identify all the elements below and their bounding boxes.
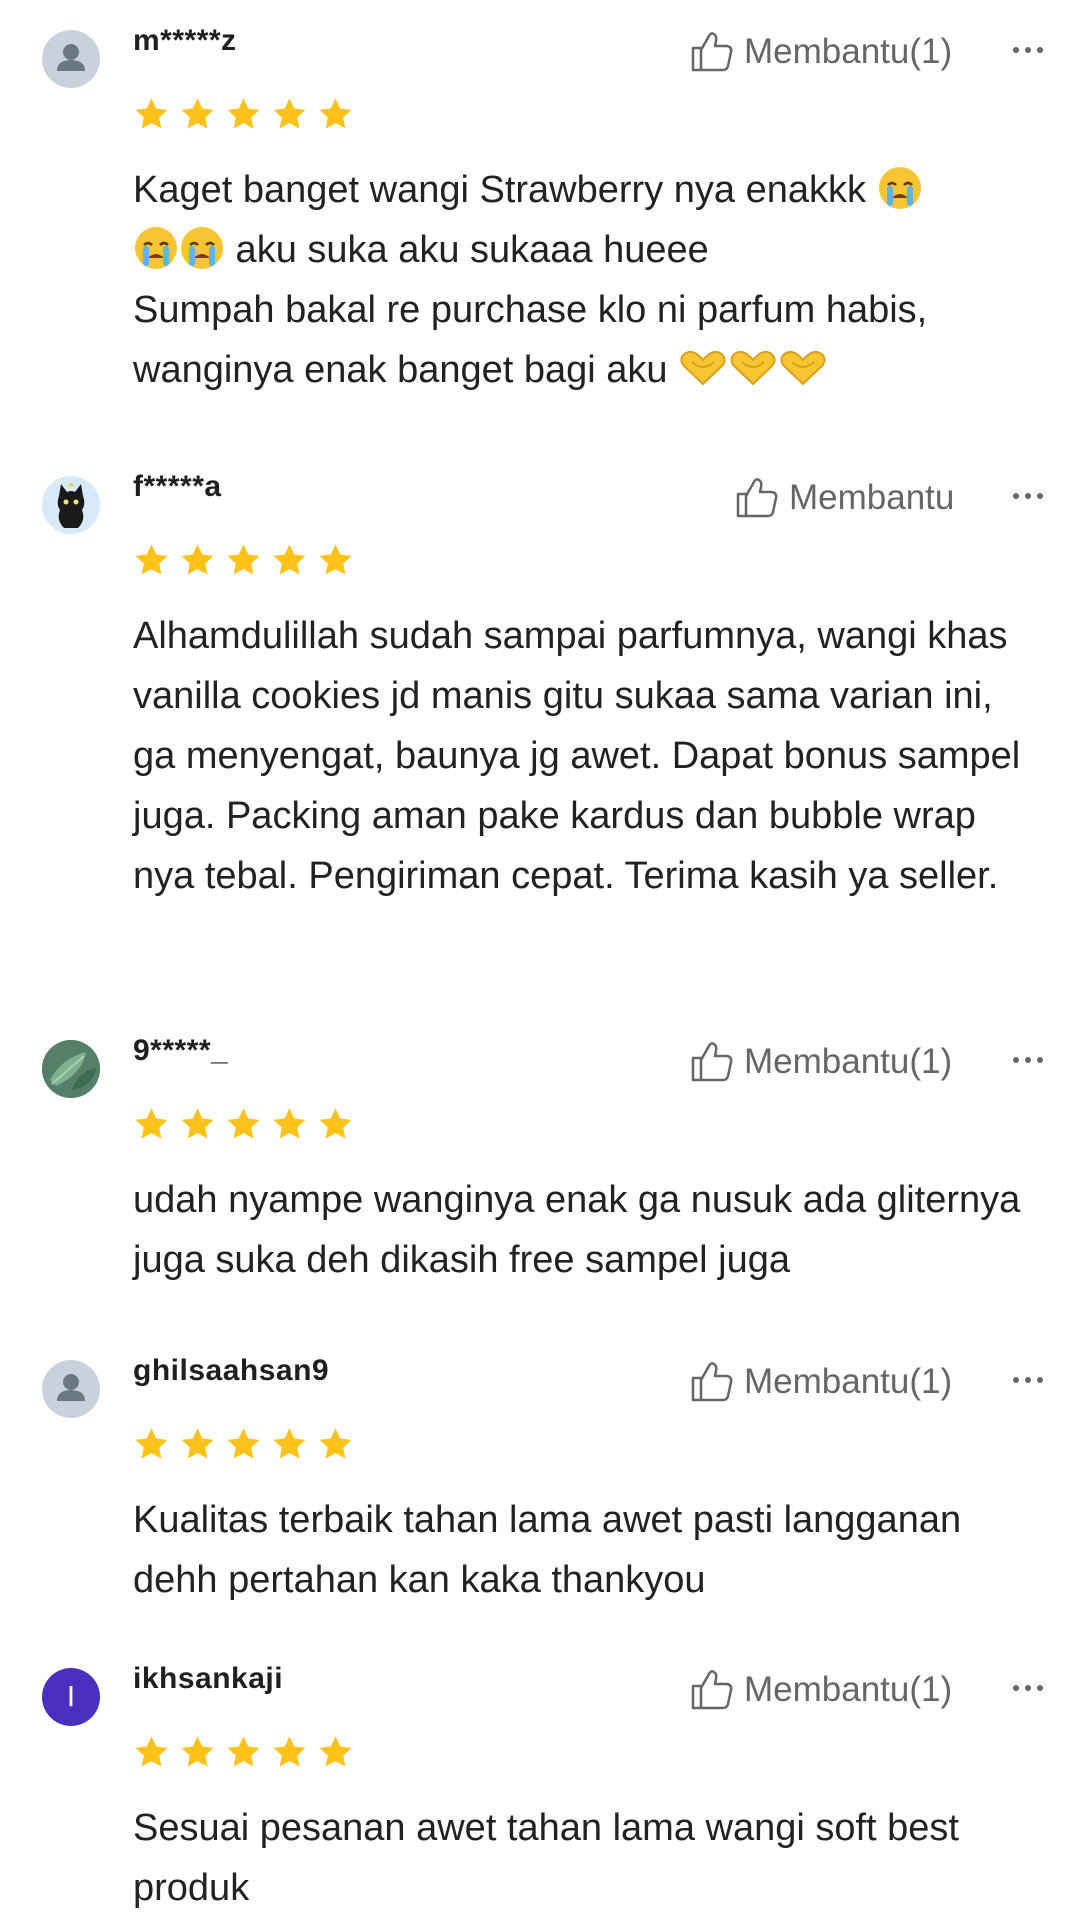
star-icon (227, 544, 260, 575)
star-icon (227, 1108, 260, 1139)
helpful-button[interactable]: Membantu(1) (690, 1360, 952, 1404)
heart-hands-emoji-icon (780, 350, 826, 386)
user-avatar-icon[interactable] (42, 30, 100, 88)
helpful-label: Membantu (789, 478, 955, 517)
more-options-icon[interactable] (1008, 1678, 1048, 1698)
star-icon (319, 98, 352, 129)
star-rating (133, 96, 354, 133)
thumbs-up-icon (736, 478, 778, 518)
star-rating (133, 1734, 354, 1771)
username: 9*****_ (133, 1034, 229, 1067)
user-avatar[interactable] (42, 1040, 100, 1098)
review-text: Alhamdulillah sudah sampai parfumnya, wa… (133, 615, 1021, 897)
crying-face-emoji-icon (878, 167, 921, 209)
username: ikhsankaji (133, 1662, 284, 1695)
thumbs-up-icon (691, 32, 733, 72)
star-rating (133, 1106, 354, 1143)
username: ghilsaahsan9 (133, 1354, 330, 1387)
star-icon (135, 1736, 168, 1767)
thumbs-up-icon (691, 1362, 733, 1402)
star-icon (319, 544, 352, 575)
star-icon (319, 1428, 352, 1459)
review-text-line: wanginya enak banget bagi aku (133, 349, 679, 391)
helpful-label: Membantu(1) (744, 1670, 953, 1709)
star-icon (273, 1428, 306, 1459)
user-avatar-letter[interactable]: I (42, 1668, 100, 1726)
star-icon (227, 98, 260, 129)
crying-face-emoji-icon (181, 227, 223, 269)
username: f*****a (133, 470, 222, 503)
more-options-icon[interactable] (1008, 1370, 1048, 1390)
star-icon (273, 1108, 306, 1139)
helpful-button[interactable]: Membantu(1) (690, 1040, 952, 1084)
star-icon (181, 98, 214, 129)
star-icon (181, 1428, 214, 1459)
star-rating (133, 1426, 354, 1463)
helpful-label: Membantu(1) (744, 1042, 953, 1081)
helpful-label: Membantu(1) (744, 32, 953, 71)
username: m*****z (133, 24, 237, 57)
green-leaf-avatar-icon (42, 1040, 100, 1098)
star-icon (135, 544, 168, 575)
crying-face-emoji-icon (135, 227, 177, 269)
thumbs-up-icon (691, 1042, 733, 1082)
star-icon (135, 1108, 168, 1139)
star-icon (227, 1736, 260, 1767)
star-icon (319, 1736, 352, 1767)
helpful-button[interactable]: Membantu(1) (690, 1668, 952, 1712)
review-text: Kaget banget wangi Strawberry nya enakkk… (133, 160, 1033, 400)
heart-hands-emoji-icon (680, 350, 726, 386)
star-icon (181, 1736, 214, 1767)
helpful-button[interactable]: Membantu (735, 476, 954, 520)
review-text-line: aku suka aku sukaaa hueee (225, 229, 709, 271)
star-icon (273, 1736, 306, 1767)
star-icon (181, 544, 214, 575)
star-rating (133, 542, 354, 579)
review-text: Kualitas terbaik tahan lama awet pasti l… (133, 1499, 962, 1601)
helpful-button[interactable]: Membantu(1) (690, 30, 952, 74)
user-avatar[interactable] (42, 476, 100, 534)
star-icon (181, 1108, 214, 1139)
star-icon (273, 98, 306, 129)
more-options-icon[interactable] (1008, 1050, 1048, 1070)
more-options-icon[interactable] (1008, 40, 1048, 60)
helpful-label: Membantu(1) (744, 1362, 953, 1401)
star-icon (273, 544, 306, 575)
review-text: udah nyampe wanginya enak ga nusuk ada g… (133, 1179, 1021, 1281)
review-text: Sesuai pesanan awet tahan lama wangi sof… (133, 1807, 959, 1909)
black-cat-avatar-icon (42, 476, 100, 534)
thumbs-up-icon (691, 1670, 733, 1710)
review-text-line: Kaget banget wangi Strawberry nya enakkk (133, 169, 877, 211)
review-text-line: Sumpah bakal re purchase klo ni parfum h… (133, 289, 928, 331)
star-icon (135, 98, 168, 129)
star-icon (135, 1428, 168, 1459)
star-icon (227, 1428, 260, 1459)
star-icon (319, 1108, 352, 1139)
more-options-icon[interactable] (1008, 486, 1048, 506)
heart-hands-emoji-icon (730, 350, 776, 386)
user-avatar-icon[interactable] (42, 1360, 100, 1418)
